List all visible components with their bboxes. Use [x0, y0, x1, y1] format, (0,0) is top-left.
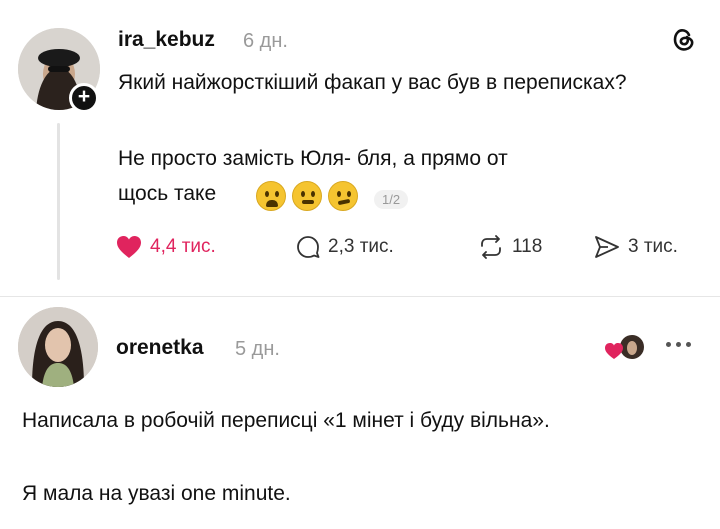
heart-icon — [117, 236, 141, 258]
media-page-indicator: 1/2 — [374, 190, 409, 209]
author-liked-reaction-icon — [605, 335, 644, 359]
share-button[interactable]: 3 тис. — [594, 235, 678, 259]
like-count: 4,4 тис. — [150, 236, 216, 257]
reply-text-line2: Я мала на увазі one minute. — [22, 482, 291, 505]
post-text-line1: Який найжорсткіший факап у вас був в пер… — [118, 71, 627, 94]
smirk-face-emoji-icon — [328, 181, 358, 211]
reply-time: 5 дн. — [235, 338, 280, 360]
post-text-line3: щось таке — [118, 182, 217, 205]
post-time: 6 дн. — [243, 30, 288, 52]
more-options-icon[interactable] — [666, 342, 691, 347]
follow-plus-icon[interactable]: + — [69, 83, 99, 113]
comment-button[interactable]: 2,3 тис. — [296, 235, 394, 259]
like-button[interactable]: 4,4 тис. — [116, 235, 216, 259]
share-icon — [595, 236, 619, 258]
share-count: 3 тис. — [628, 236, 678, 257]
post-username[interactable]: ira_kebuz — [118, 28, 215, 52]
comment-count: 2,3 тис. — [328, 236, 394, 257]
repost-button[interactable]: 118 — [478, 235, 542, 259]
emoji-row — [256, 181, 358, 211]
comment-icon — [297, 236, 320, 258]
threads-logo-icon — [673, 29, 694, 51]
reply-text-line1: Написала в робочій переписці «1 мінет і … — [22, 409, 550, 432]
divider — [0, 296, 720, 297]
repost-count: 118 — [512, 236, 543, 257]
thread-line — [57, 123, 60, 280]
reply-username[interactable]: orenetka — [116, 336, 204, 360]
neutral-face-emoji-icon — [292, 181, 322, 211]
reply-author-avatar[interactable] — [18, 307, 98, 387]
post-text-line2: Не просто замість Юля- бля, а прямо от — [118, 147, 508, 170]
repost-icon — [481, 235, 501, 259]
weary-face-emoji-icon — [256, 181, 286, 211]
